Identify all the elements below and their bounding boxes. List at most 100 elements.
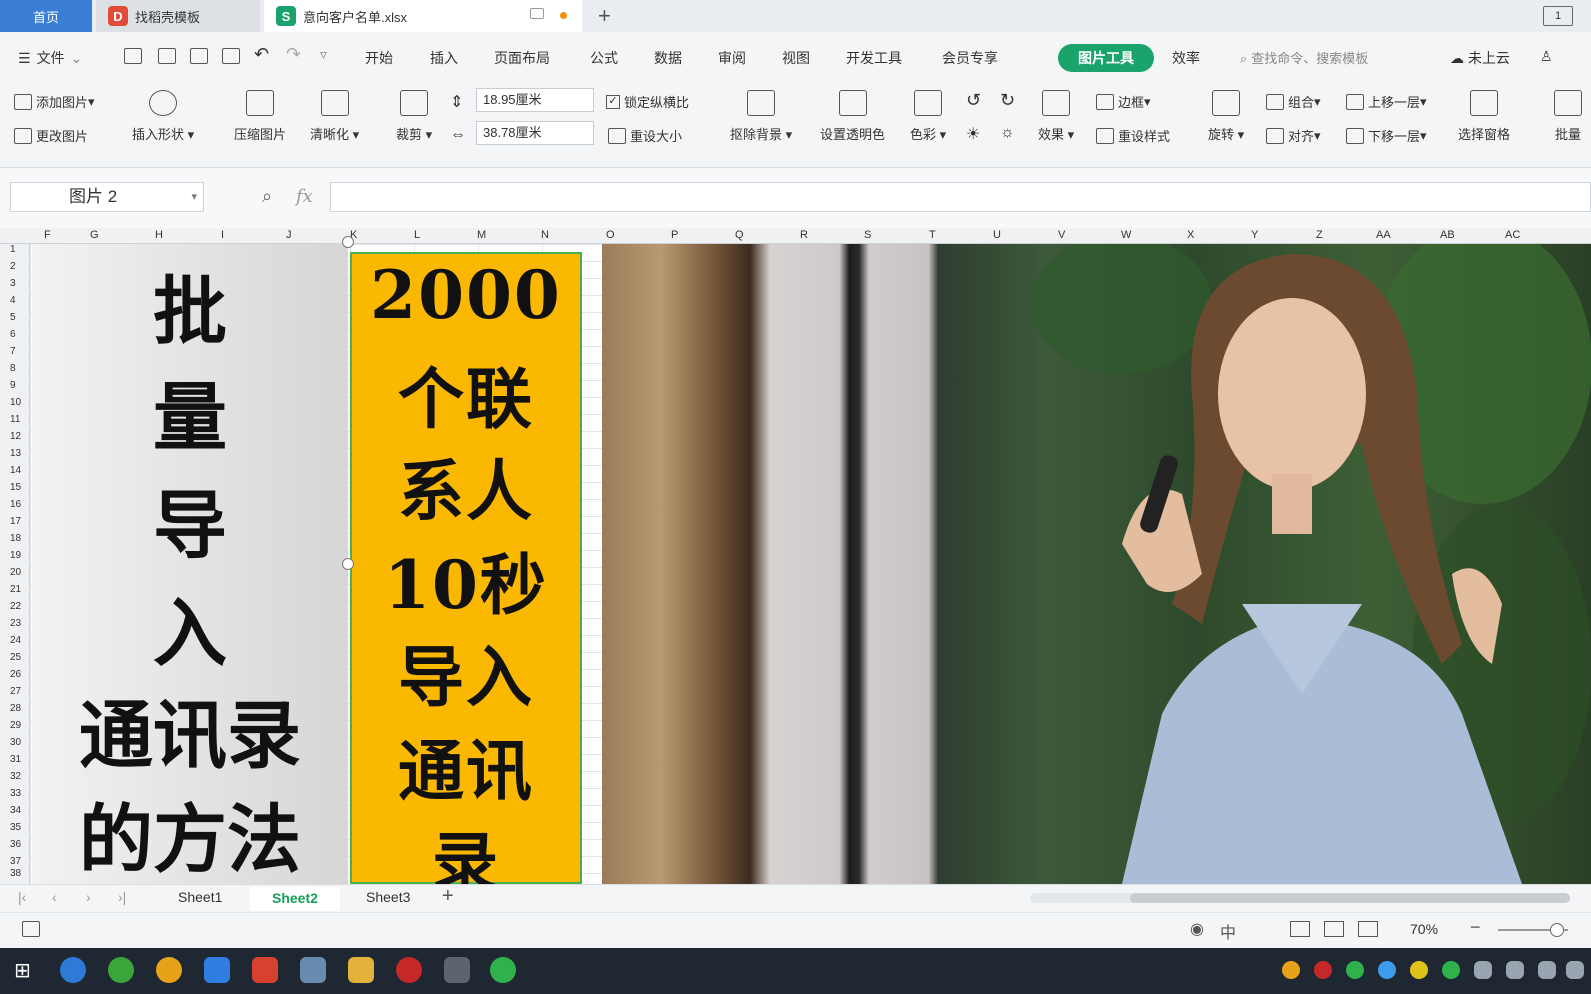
column-header[interactable]: AB [1440,229,1455,241]
column-header[interactable]: Y [1251,229,1258,241]
row-header[interactable]: 17 [10,516,21,527]
row-header[interactable]: 22 [10,601,21,612]
row-header[interactable]: 21 [10,584,21,595]
column-header[interactable]: Q [735,229,744,241]
menu-item-page-layout[interactable]: 页面布局 [494,48,550,68]
prev-sheet-icon[interactable]: ‹ [52,889,57,905]
row-header[interactable]: 24 [10,635,21,646]
sheet-tab-2[interactable]: Sheet2 [250,887,340,911]
title-image[interactable]: 批 量 导 入 通讯录 的方法 [32,244,348,884]
tray-recorder-icon[interactable] [1314,961,1332,979]
menu-item-review[interactable]: 审阅 [718,48,746,68]
row-header[interactable]: 25 [10,652,21,663]
row-header[interactable]: 26 [10,669,21,680]
browser-icon[interactable] [60,957,86,983]
user-icon[interactable]: ♙ [1540,48,1553,65]
row-header[interactable]: 34 [10,805,21,816]
height-field[interactable]: 18.95厘米 [476,88,594,112]
sharpen-button[interactable]: 清晰化 ▾ [310,90,359,143]
recorder-icon[interactable] [396,957,422,983]
effects-button[interactable]: 效果 ▾ [1038,90,1074,143]
browser-360-icon[interactable] [108,957,134,983]
last-sheet-icon[interactable]: ›| [118,889,126,905]
fx-icon[interactable]: fx [296,186,313,207]
row-header[interactable]: 32 [10,771,21,782]
print-preview-icon[interactable] [222,48,240,64]
wps-icon[interactable] [252,957,278,983]
send-backward-button[interactable]: 下移一层 ▾ [1346,126,1427,145]
row-header[interactable]: 10 [10,397,21,408]
notepad-icon[interactable] [300,957,326,983]
column-header[interactable]: U [993,229,1001,241]
zoom-slider[interactable] [1498,923,1568,937]
tray-wechat-2-icon[interactable] [1442,961,1460,979]
row-header[interactable]: 18 [10,533,21,544]
border-button[interactable]: 边框 ▾ [1096,92,1151,111]
row-header[interactable]: 7 [10,346,16,357]
brightness-up-icon[interactable]: ☀ [966,124,980,144]
name-box[interactable]: 图片 2 ▾ [10,182,204,212]
tray-volume-icon[interactable] [1566,961,1584,979]
color-button[interactable]: 色彩 ▾ [910,90,946,143]
column-header[interactable]: Z [1316,229,1323,241]
tray-network-icon[interactable] [1474,961,1492,979]
zoom-slider-knob[interactable] [1550,923,1564,937]
column-header[interactable]: AC [1505,229,1520,241]
change-picture-button[interactable]: 更改图片 [14,126,88,145]
selection-pane-button[interactable]: 选择窗格 [1458,90,1510,143]
page-layout-view-icon[interactable] [1324,921,1344,937]
column-header[interactable]: AA [1376,229,1391,241]
menu-item-view[interactable]: 视图 [782,48,810,68]
row-header[interactable]: 5 [10,312,16,323]
row-header[interactable]: 2 [10,261,16,272]
input-method-icon[interactable]: 中 [1220,919,1236,943]
windows-start-icon[interactable]: ⊞ [14,958,31,983]
tray-shield-icon[interactable] [1506,961,1524,979]
menu-item-member[interactable]: 会员专享 [942,48,998,68]
tab-template[interactable]: D 找稻壳模板 [96,0,260,32]
eye-protection-icon[interactable]: ◉ [1190,919,1204,939]
tray-chrome-icon[interactable] [1282,961,1300,979]
tray-qq-icon[interactable] [1410,961,1428,979]
remove-background-button[interactable]: 抠除背景 ▾ [730,90,792,143]
macro-record-icon[interactable] [22,921,40,937]
row-header[interactable]: 23 [10,618,21,629]
row-header[interactable]: 19 [10,550,21,561]
column-header[interactable]: G [90,229,99,241]
file-menu[interactable]: ☰ 文件 ⌄ [18,48,82,68]
row-header[interactable]: 35 [10,822,21,833]
lock-ratio-checkbox[interactable]: ✓ 锁定纵横比 [606,92,689,111]
column-header[interactable]: M [477,229,486,241]
reset-style-button[interactable]: 重设样式 [1096,126,1170,145]
horizontal-scrollbar[interactable] [1030,893,1570,903]
menu-item-picture-tools[interactable]: 图片工具 [1058,44,1154,72]
column-header[interactable]: X [1187,229,1194,241]
column-header[interactable]: T [929,229,936,241]
column-header[interactable]: R [800,229,808,241]
page-break-view-icon[interactable] [1358,921,1378,937]
file-explorer-icon[interactable] [348,957,374,983]
row-header[interactable]: 3 [10,278,16,289]
column-header[interactable]: I [221,229,224,241]
resize-handle[interactable] [342,558,354,570]
normal-view-icon[interactable] [1290,921,1310,937]
zoom-formula-icon[interactable]: ⌕ [262,186,272,207]
app-icon[interactable] [204,957,230,983]
monitor-icon[interactable] [530,8,544,19]
menu-item-developer[interactable]: 开发工具 [846,48,902,68]
row-header[interactable]: 8 [10,363,16,374]
compress-picture-button[interactable]: 压缩图片 [234,90,286,143]
column-header[interactable]: N [541,229,549,241]
tray-cloud-icon[interactable] [1378,961,1396,979]
column-header[interactable]: J [286,229,292,241]
menu-item-formulas[interactable]: 公式 [590,48,618,68]
selected-picture-2[interactable]: 2000 个联 系人 10秒 导入 通讯 录 [350,252,582,902]
column-header[interactable]: L [414,229,420,241]
menu-item-efficiency[interactable]: 效率 [1172,48,1200,68]
row-header[interactable]: 16 [10,499,21,510]
row-header[interactable]: 11 [10,414,20,425]
settings-icon[interactable] [444,957,470,983]
column-header[interactable]: P [671,229,678,241]
tab-file[interactable]: S 意向客户名单.xlsx [264,0,582,32]
tab-home[interactable]: 首页 [0,0,92,32]
